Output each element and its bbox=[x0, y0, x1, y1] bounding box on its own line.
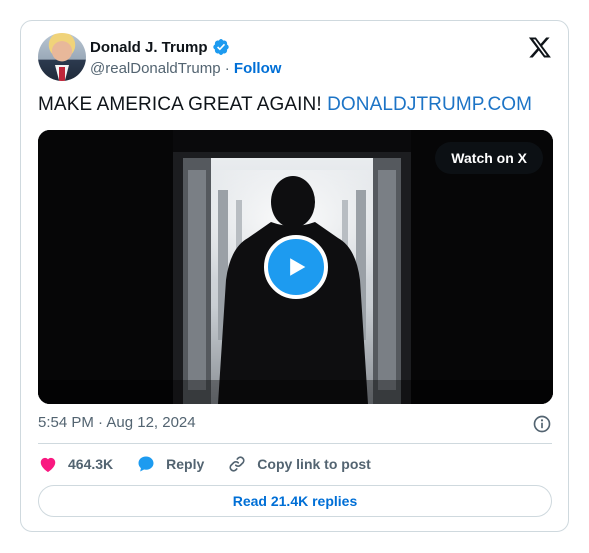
reply-button[interactable]: Reply bbox=[136, 454, 204, 474]
like-count: 464.3K bbox=[68, 456, 114, 472]
verified-badge-icon bbox=[212, 38, 229, 56]
post-text-body: MAKE AMERICA GREAT AGAIN! bbox=[38, 94, 328, 115]
copy-link-button[interactable]: Copy link to post bbox=[227, 454, 371, 474]
post-actions: 464.3K Reply Copy link to post bbox=[38, 453, 394, 475]
post-meta-row: 5:54 PM · Aug 12, 2024 bbox=[38, 414, 552, 434]
author-name-row: Donald J. Trump bbox=[90, 38, 230, 56]
play-button[interactable] bbox=[264, 235, 328, 299]
author-handle[interactable]: @realDonaldTrump bbox=[90, 60, 221, 77]
author-name[interactable]: Donald J. Trump bbox=[90, 39, 208, 56]
follow-link[interactable]: Follow bbox=[234, 60, 282, 77]
info-icon[interactable] bbox=[532, 414, 552, 434]
link-icon bbox=[229, 456, 245, 472]
x-logo-icon[interactable] bbox=[528, 35, 552, 59]
reply-bubble-icon bbox=[138, 456, 154, 472]
post-text: MAKE AMERICA GREAT AGAIN! DONALDJTRUMP.C… bbox=[38, 94, 532, 116]
post-header: Donald J. Trump @realDonaldTrump · Follo… bbox=[38, 33, 552, 83]
divider bbox=[38, 443, 552, 444]
post-timestamp[interactable]: 5:54 PM · Aug 12, 2024 bbox=[38, 414, 196, 431]
play-icon bbox=[290, 258, 306, 276]
author-handle-row: @realDonaldTrump · Follow bbox=[90, 60, 281, 77]
video-player[interactable]: Watch on X bbox=[38, 130, 553, 404]
watch-on-x-button[interactable]: Watch on X bbox=[435, 142, 543, 174]
author-avatar[interactable] bbox=[38, 33, 86, 81]
like-button[interactable]: 464.3K bbox=[38, 454, 113, 474]
heart-icon bbox=[40, 457, 56, 472]
reply-label: Reply bbox=[166, 456, 205, 472]
read-replies-button[interactable]: Read 21.4K replies bbox=[38, 485, 552, 517]
copy-link-label: Copy link to post bbox=[257, 456, 371, 472]
embedded-post-card: Donald J. Trump @realDonaldTrump · Follo… bbox=[20, 20, 569, 532]
post-link[interactable]: DONALDJTRUMP.COM bbox=[327, 94, 532, 115]
handle-separator: · bbox=[224, 60, 234, 77]
